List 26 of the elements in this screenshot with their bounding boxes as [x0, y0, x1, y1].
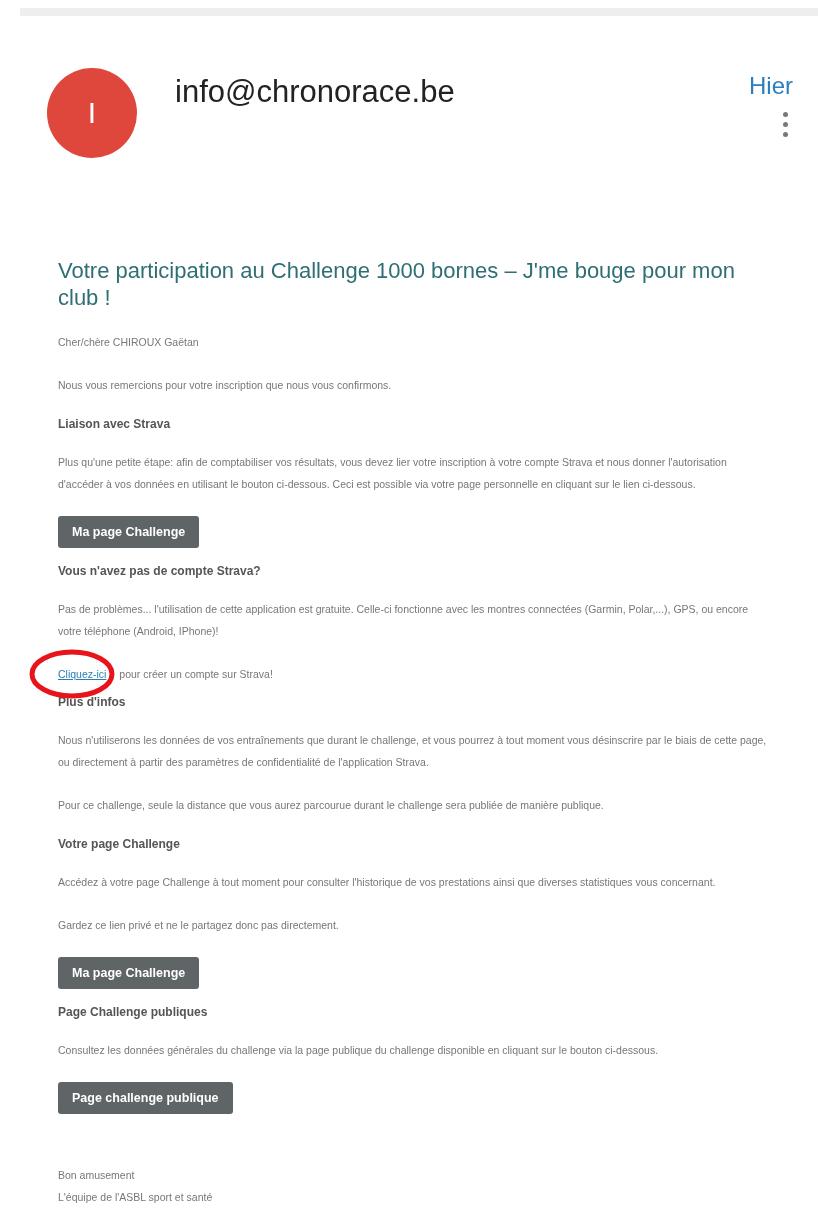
sender-avatar: I [47, 68, 137, 158]
message-date: Hier [749, 72, 793, 100]
section-heading: Votre page Challenge [58, 837, 181, 851]
challenge-button[interactable]: Ma page Challenge [58, 957, 200, 989]
body-text: Accédez à votre page Challenge à tout moment pour consulter l'historique de vos prestations ainsi que diverses statistiques vous concernant. [58, 875, 717, 890]
section-heading: Liaison avec Strava [58, 417, 172, 431]
signup-link[interactable]: Cliquez-ici [58, 668, 107, 680]
signature-text: L'équipe de l'ASBL sport et santé [58, 1190, 214, 1205]
body-text: Plus qu'une petite étape: afin de comptabiliser vos résultats, vous devez lier votre inscription à votre compte Strava et nous donner l'autorisation d'accéder à vos données en utilisant le bouton ci-dessous. Ceci est possible via votre page personnelle en cliquant sur le lien ci-dessous. [58, 455, 728, 492]
body-text: Consultez les données générales du challenge via la page publique du challenge disponible en cliquant sur le bouton ci-dessous. [58, 1043, 660, 1058]
more-options-icon[interactable] [783, 112, 788, 137]
section-heading: Plus d'infos [58, 695, 127, 709]
section-heading: Vous n'avez pas de compte Strava? [58, 564, 262, 578]
message-title: Votre participation au Challenge 1000 bornes – J'me bouge pour mon club ! [58, 257, 736, 311]
body-text: Nous vous remercions pour votre inscription que nous vous confirmons. [58, 378, 393, 393]
section-heading: Page Challenge publiques [58, 1005, 209, 1019]
challenge-button[interactable]: Page challenge publique [58, 1082, 233, 1114]
body-text: Cher/chère CHIROUX Gaëtan [58, 335, 200, 350]
body-text: Pas de problèmes... l'utilisation de cette application est gratuite. Celle-ci fonctionne avec les montres connectées (Garmin, Polar,...), GPS, ou encore votre téléphone (Android, IPhone)! [58, 602, 750, 639]
body-text: Gardez ce lien privé et ne le partagez donc pas directement. [58, 918, 340, 933]
sender-address: info@chronorace.be [175, 74, 456, 110]
body-text: Pour ce challenge, seule la distance que vous aurez parcourue durant le challenge sera publiée de manière publique. [58, 798, 605, 813]
challenge-button[interactable]: Ma page Challenge [58, 516, 200, 548]
body-text: pour créer un compte sur Strava! [118, 668, 273, 680]
body-text: Nous n'utiliserons les données de vos entraînements que durant le challenge, et vous pourrez à tout moment vous désinscrire par le biais de cette page, ou directement à partir des paramètres de confidentialité de l'application Strava. [58, 733, 768, 770]
signature-text: Bon amusement [58, 1168, 136, 1183]
